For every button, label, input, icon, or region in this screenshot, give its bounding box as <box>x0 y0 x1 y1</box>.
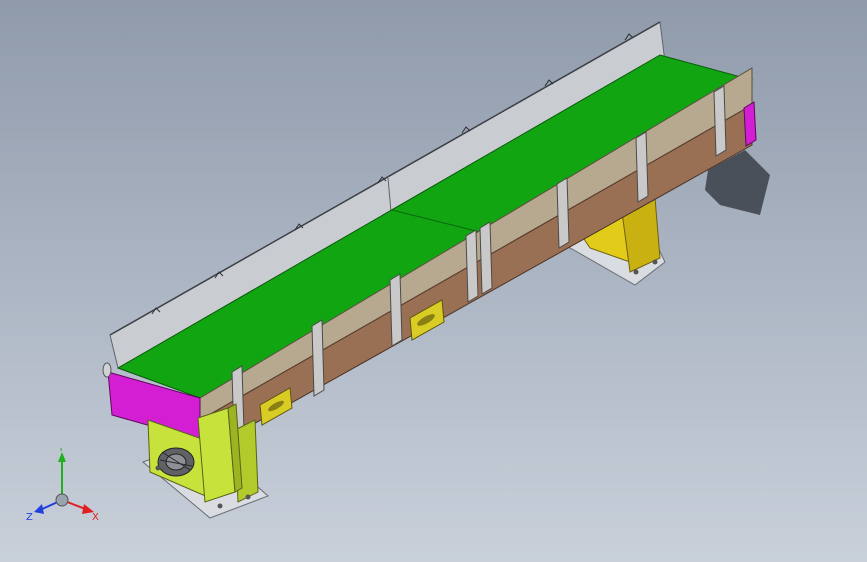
drive-stand-bolt <box>245 494 251 500</box>
head-roller <box>102 362 112 378</box>
drive-stand-bolt <box>217 503 223 509</box>
drive-stand-bolt <box>155 465 161 471</box>
conveyor-model[interactable] <box>0 0 867 562</box>
tail-end-cap <box>743 101 757 147</box>
rear-stand-bolt <box>652 259 658 265</box>
model-viewport[interactable]: Y X Z <box>0 0 867 562</box>
rear-stand-bolt <box>633 269 639 275</box>
drive-motor[interactable] <box>157 447 195 477</box>
orientation-triad[interactable]: Y X Z <box>26 443 106 524</box>
triad-origin <box>55 493 69 507</box>
x-axis-label: X <box>92 512 99 523</box>
z-axis-arrow-icon <box>34 504 44 514</box>
z-axis-label: Z <box>26 512 33 523</box>
y-axis-label: Y <box>57 448 65 454</box>
